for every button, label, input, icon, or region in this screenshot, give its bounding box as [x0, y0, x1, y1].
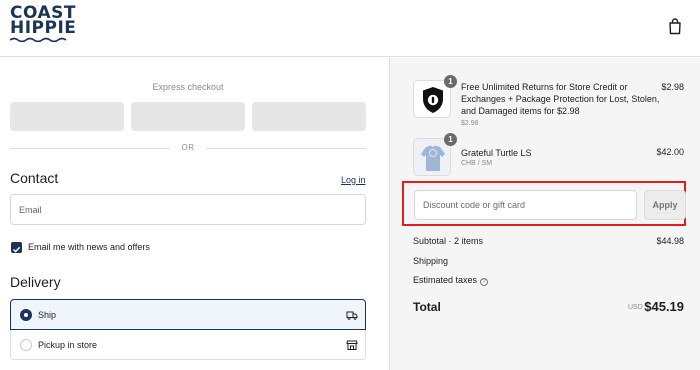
subtotal-value: $44.98	[656, 236, 684, 246]
item-title-shirt: Grateful Turtle LS	[461, 148, 532, 158]
pickup-label: Pickup in store	[38, 340, 98, 350]
email-field[interactable]	[10, 194, 366, 225]
taxes-row: Estimated taxes?	[413, 275, 489, 286]
checkout-form: Express checkout OR Contact Log in Email…	[0, 58, 389, 370]
shopping-bag-icon[interactable]	[668, 17, 682, 35]
brand-logo[interactable]: COAST HIPPIE	[10, 5, 77, 42]
express-pay-button-3[interactable]	[252, 102, 366, 131]
checkmark-icon	[12, 246, 21, 253]
discount-code-input[interactable]	[414, 190, 637, 220]
taxes-label: Estimated taxes	[413, 275, 478, 285]
login-link[interactable]: Log in	[341, 175, 366, 185]
total-value: $45.19	[644, 299, 684, 314]
apply-discount-button[interactable]: Apply	[644, 190, 686, 220]
delivery-heading: Delivery	[10, 274, 61, 290]
header: COAST HIPPIE	[0, 0, 700, 57]
delivery-option-ship[interactable]: Ship	[10, 299, 366, 330]
store-icon	[346, 340, 358, 350]
ship-radio[interactable]	[20, 309, 32, 321]
item-qty-badge: 1	[444, 75, 457, 88]
newsletter-label: Email me with news and offers	[28, 242, 150, 252]
info-icon[interactable]: ?	[480, 278, 489, 286]
item-price: $2.98	[661, 82, 684, 92]
contact-heading: Contact	[10, 170, 59, 186]
ship-label: Ship	[38, 310, 57, 320]
item-subtitle: $2.98	[461, 120, 479, 127]
item-qty-badge: 1	[444, 133, 457, 146]
express-checkout-title: Express checkout	[152, 82, 224, 92]
item-title-protection: Free Unlimited Returns for Store Credit …	[461, 82, 660, 116]
total-label: Total	[413, 300, 441, 314]
express-pay-button-2[interactable]	[131, 102, 245, 131]
express-pay-button-1[interactable]	[10, 102, 124, 131]
shipping-label: Shipping	[413, 256, 449, 266]
or-label: OR	[181, 143, 195, 152]
truck-icon	[346, 311, 358, 320]
pickup-radio[interactable]	[20, 339, 32, 351]
currency-code: USD	[628, 304, 643, 311]
item-variant: CHB / SM	[461, 160, 493, 167]
delivery-option-pickup[interactable]: Pickup in store	[10, 330, 366, 360]
subtotal-label: Subtotal · 2 items	[413, 236, 484, 246]
newsletter-checkbox[interactable]	[11, 242, 22, 253]
order-summary: 1 Free Unlimited Returns for Store Credi…	[389, 58, 700, 370]
item-price: $42.00	[656, 147, 684, 157]
discount-section: Apply	[402, 181, 686, 226]
brand-line-2: HIPPIE	[10, 18, 77, 38]
